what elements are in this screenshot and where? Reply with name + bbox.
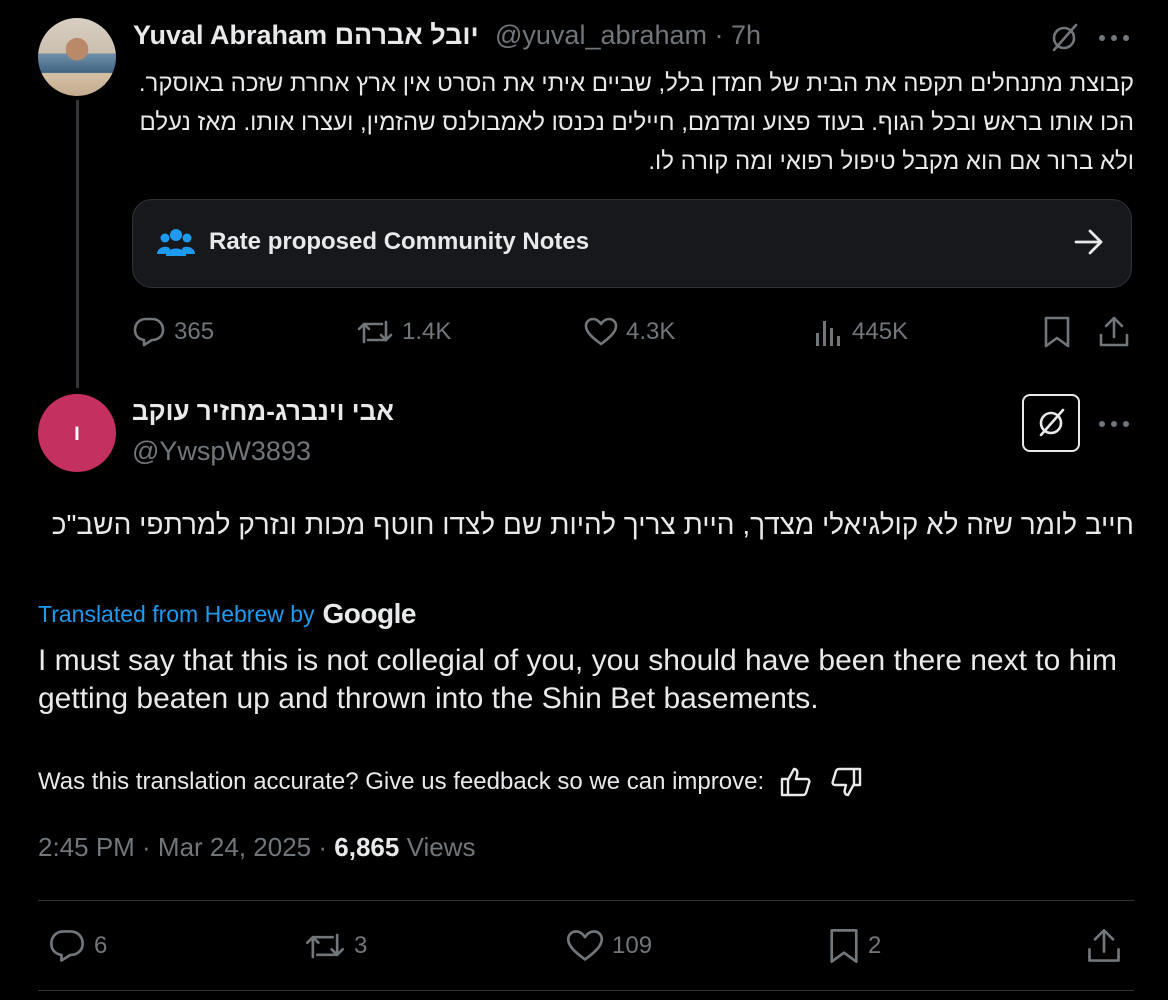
translation-attribution: Translated from Hebrew by Google	[38, 598, 416, 630]
grok-icon	[1034, 406, 1068, 440]
avatar-reply-author[interactable]: ו	[38, 394, 116, 472]
like-count: 4.3K	[626, 318, 676, 345]
bookmark-icon	[828, 927, 860, 965]
translated-from-label[interactable]: Translated from Hebrew by	[38, 601, 315, 628]
reply-button[interactable]: 365	[132, 312, 214, 352]
reply-count: 365	[174, 318, 215, 345]
community-notes-card[interactable]: Rate proposed Community Notes	[132, 199, 1132, 288]
author-name[interactable]: Yuval Abraham יובל אברהם	[133, 20, 479, 51]
reply-text: חייב לומר שזה לא קולגיאלי מצדך, היית צרי…	[51, 509, 1134, 540]
community-notes-label: Rate proposed Community Notes	[209, 228, 590, 255]
repost-icon	[304, 928, 346, 964]
feedback-prompt: Was this translation accurate? Give us f…	[38, 768, 765, 795]
more-options-icon[interactable]	[1094, 408, 1134, 440]
repost-count: 3	[354, 932, 368, 959]
divider	[38, 990, 1134, 991]
views-button[interactable]: 445K	[814, 312, 908, 352]
author-handle-time[interactable]: @yuval_abraham · 7h	[495, 20, 761, 51]
translation-feedback: Was this translation accurate? Give us f…	[38, 764, 864, 800]
google-logo: Google	[322, 598, 417, 629]
views-count: 445K	[852, 318, 909, 345]
like-button[interactable]: 109	[566, 924, 652, 968]
reply-author-name[interactable]: אבי וינברג-מחזיר עוקב	[132, 396, 394, 427]
reply-icon	[48, 928, 86, 964]
bookmark-icon[interactable]	[1040, 314, 1074, 350]
repost-icon	[356, 316, 394, 348]
share-icon[interactable]	[1084, 926, 1124, 966]
reply-author-handle[interactable]: @YwspW3893	[132, 436, 311, 467]
thumbs-up-icon[interactable]	[778, 764, 814, 800]
bookmark-button[interactable]: 2	[828, 924, 881, 968]
more-options-icon[interactable]	[1094, 22, 1134, 54]
views-label: Views	[406, 832, 476, 862]
grok-icon[interactable]	[1046, 20, 1082, 56]
reply-icon	[132, 316, 166, 348]
reply-count: 6	[94, 932, 108, 959]
repost-button[interactable]: 3	[304, 924, 367, 968]
heart-icon	[566, 929, 604, 963]
like-count: 109	[612, 932, 653, 959]
avatar-yuval-abraham[interactable]	[38, 18, 116, 96]
divider	[38, 900, 1134, 901]
translated-text: I must say that this is not collegial of…	[38, 644, 1117, 715]
reply-button[interactable]: 6	[48, 924, 107, 968]
heart-icon	[584, 317, 618, 347]
avatar-initial: ו	[73, 420, 81, 445]
analytics-icon	[814, 317, 844, 347]
grok-button[interactable]	[1022, 394, 1080, 452]
timestamp-text[interactable]: 2:45 PM · Mar 24, 2025 ·	[38, 832, 327, 862]
thread-connector-line	[76, 100, 79, 388]
people-icon	[157, 226, 195, 258]
like-button[interactable]: 4.3K	[584, 312, 675, 352]
bookmark-count: 2	[868, 932, 882, 959]
tweet-text: קבוצת מתנחלים תקפה את הבית של חמדן בלל, …	[138, 70, 1134, 175]
thumbs-down-icon[interactable]	[828, 764, 864, 800]
repost-button[interactable]: 1.4K	[356, 312, 451, 352]
views-number: 6,865	[334, 832, 400, 862]
arrow-right-icon[interactable]	[1071, 224, 1107, 260]
repost-count: 1.4K	[402, 318, 452, 345]
share-icon[interactable]	[1096, 314, 1132, 350]
reply-timestamp: 2:45 PM · Mar 24, 2025 · 6,865 Views	[38, 832, 475, 863]
